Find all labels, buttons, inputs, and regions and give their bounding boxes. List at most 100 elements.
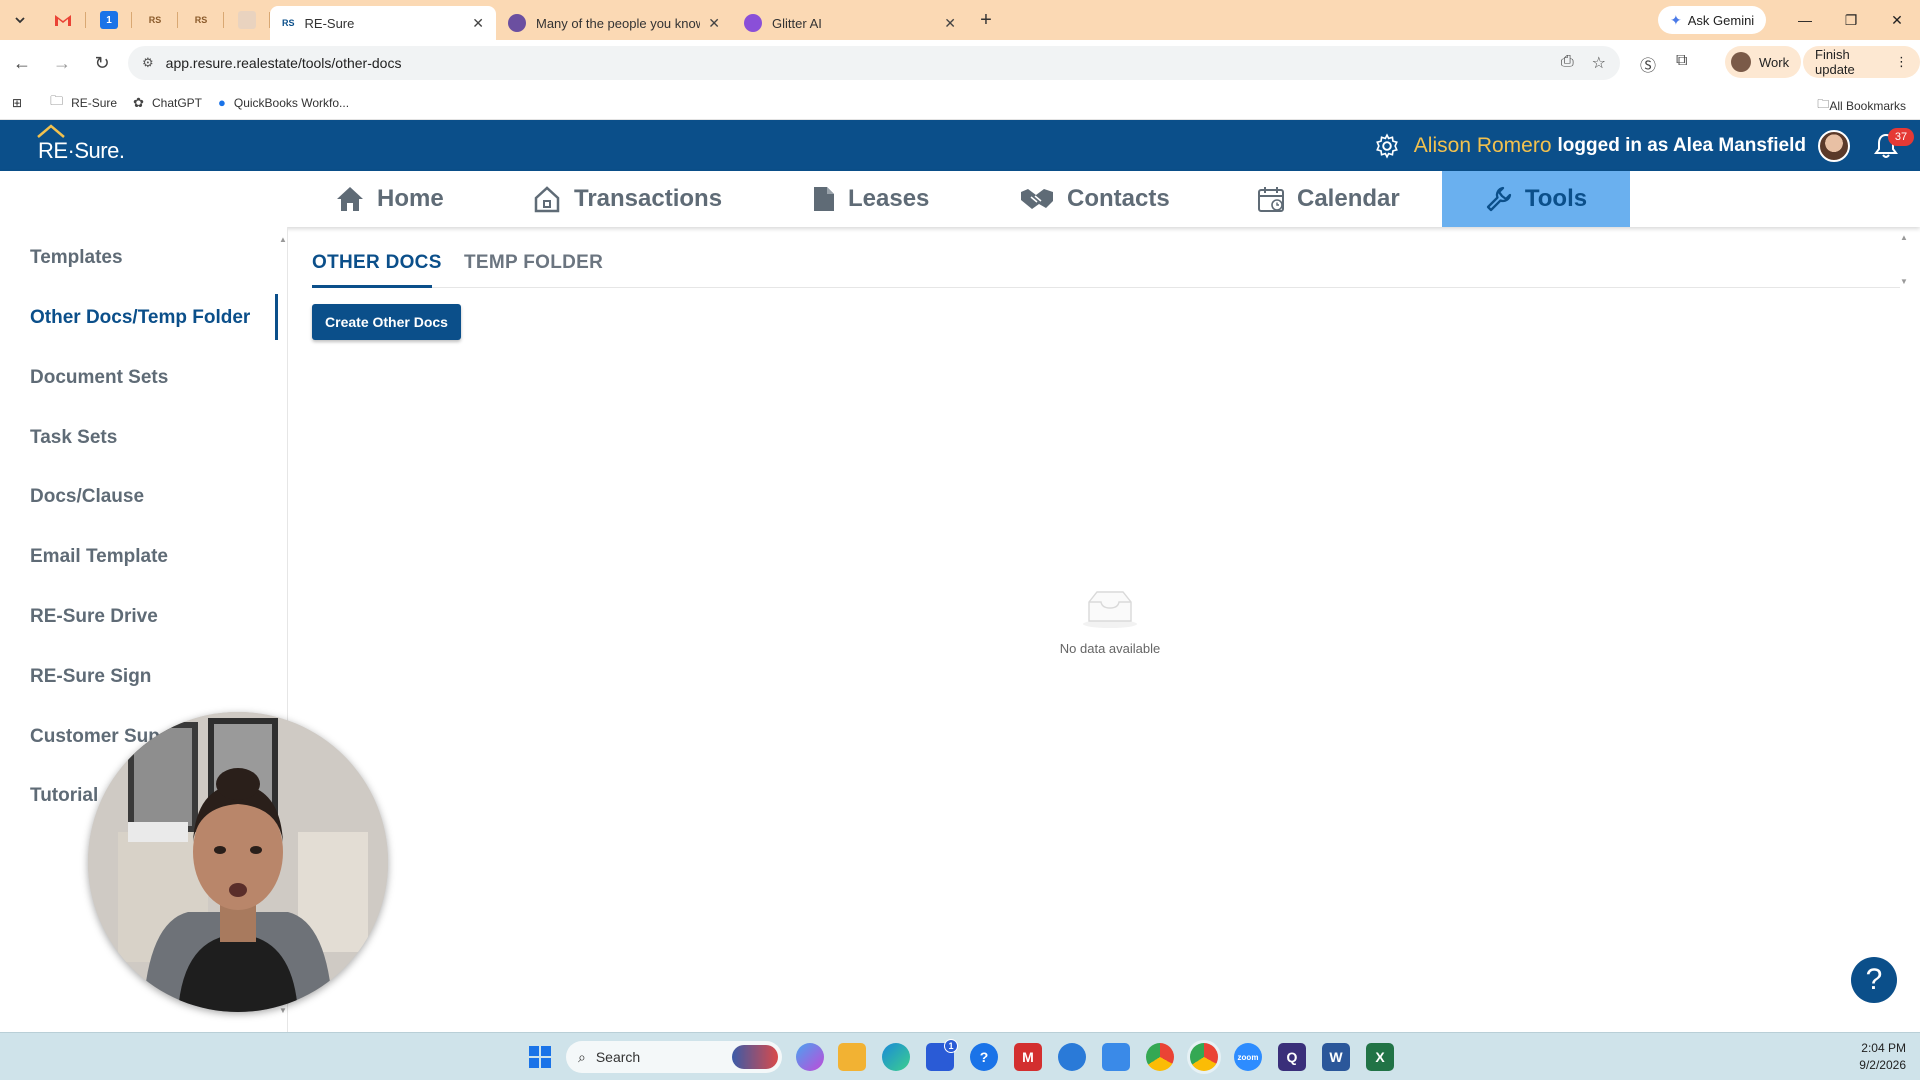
nav-tools[interactable]: Tools xyxy=(1442,171,1630,227)
close-icon[interactable]: ✕ xyxy=(944,15,956,32)
apps-grid-icon[interactable]: ⊞ xyxy=(12,96,22,110)
nav-label: Calendar xyxy=(1297,185,1400,212)
pinned-tab-rs-1[interactable]: RS xyxy=(132,0,178,40)
tab-temp-folder[interactable]: TEMP FOLDER xyxy=(464,252,603,274)
bookmark-star-icon[interactable]: ☆ xyxy=(1592,53,1606,73)
bookmark-resure[interactable]: 🗀 RE-Sure xyxy=(50,92,117,114)
tab-glitter-ai[interactable]: Glitter AI ✕ xyxy=(732,6,968,40)
site-info-icon[interactable]: ⚙ xyxy=(142,55,154,71)
profile-button[interactable]: Work xyxy=(1725,46,1802,78)
restore-button[interactable]: ❐ xyxy=(1828,0,1874,40)
pinned-tab-rs-2[interactable]: RS xyxy=(178,0,224,40)
tab-resure[interactable]: RS RE-Sure ✕ xyxy=(270,6,496,40)
pinned-tab-one[interactable]: 1 xyxy=(86,0,132,40)
tab-title: Glitter AI xyxy=(772,15,822,31)
sidebar-item-resure-drive[interactable]: RE-Sure Drive xyxy=(30,606,158,628)
bookmark-chatgpt[interactable]: ✿ ChatGPT xyxy=(133,95,202,111)
avatar[interactable] xyxy=(1818,129,1850,162)
quickbooks-icon: ● xyxy=(218,95,226,110)
sidebar-item-templates[interactable]: Templates xyxy=(30,247,123,269)
sidebar-active-indicator xyxy=(275,294,278,340)
reload-button[interactable]: ↻ xyxy=(84,45,120,81)
app-preview-icon[interactable] xyxy=(1102,1043,1130,1071)
sidebar-item-email-template[interactable]: Email Template xyxy=(30,546,168,568)
close-icon[interactable]: ✕ xyxy=(708,15,720,32)
taskbar-clock[interactable]: 2:04 PM 9/2/2026 xyxy=(1859,1040,1906,1074)
resure-logo[interactable]: RE·Sure. xyxy=(34,124,144,166)
scroll-down-arrow[interactable]: ▼ xyxy=(279,1006,287,1015)
scroll-up-arrow[interactable]: ▲ xyxy=(279,235,287,244)
taskbar-search-input[interactable]: ⌕ Search xyxy=(566,1041,782,1073)
extensions-icon[interactable]: ⧉ xyxy=(1676,52,1687,70)
profile-label: Work xyxy=(1759,54,1790,70)
file-explorer-icon[interactable] xyxy=(838,1043,866,1071)
install-app-icon[interactable]: ⎙ xyxy=(1561,53,1574,73)
bookmark-quickbooks[interactable]: ● QuickBooks Workfo... xyxy=(218,95,349,110)
sidebar-item-tutorial[interactable]: Tutorial xyxy=(30,785,98,807)
store-icon[interactable]: 1 xyxy=(926,1039,958,1071)
kebab-menu-icon: ⋮ xyxy=(1895,54,1908,69)
new-tab-button[interactable]: + xyxy=(968,0,1004,40)
chrome-active-icon[interactable] xyxy=(1190,1043,1218,1071)
pinned-tab-gmail[interactable] xyxy=(40,0,86,40)
help-button[interactable]: ? xyxy=(1851,957,1897,1003)
minimize-icon: — xyxy=(1798,12,1812,28)
gear-icon[interactable] xyxy=(1374,132,1400,159)
webcam-bubble[interactable] xyxy=(88,712,388,1012)
folder-icon: 🗀 xyxy=(1817,97,1830,111)
word-icon[interactable]: W xyxy=(1322,1043,1350,1071)
clock-date: 9/2/2026 xyxy=(1859,1058,1906,1072)
bookmark-label: RE-Sure xyxy=(71,95,118,110)
sidebar-item-customer-support[interactable]: Customer Sup xyxy=(30,726,160,748)
handshake-icon xyxy=(1021,189,1053,209)
edge-icon[interactable] xyxy=(882,1043,910,1071)
close-icon[interactable]: ✕ xyxy=(472,15,484,32)
address-bar-row: ← → ↻ ⚙ app.resure.realestate/tools/othe… xyxy=(0,40,1920,86)
sidebar-item-task-sets[interactable]: Task Sets xyxy=(30,427,117,449)
pinned-tab-other[interactable] xyxy=(224,0,270,40)
notifications-button[interactable]: 37 xyxy=(1866,126,1914,166)
logo-text: RE·Sure. xyxy=(38,138,125,163)
windows-start-icon[interactable] xyxy=(526,1043,554,1071)
nav-contacts[interactable]: Contacts xyxy=(1019,171,1170,227)
all-bookmarks-button[interactable]: 🗀 All Bookmarks xyxy=(1817,95,1906,116)
help-icon[interactable]: ? xyxy=(970,1043,998,1071)
sync-icon[interactable]: Ⓢ xyxy=(1640,52,1656,76)
document-icon xyxy=(814,187,834,211)
chrome-icon[interactable] xyxy=(1146,1043,1174,1071)
nav-transactions[interactable]: Transactions xyxy=(532,171,722,227)
mcafee-icon[interactable]: M xyxy=(1014,1043,1042,1071)
nav-label: Contacts xyxy=(1067,185,1170,212)
chatgpt-icon: ✿ xyxy=(133,94,144,110)
tab-search-dropdown[interactable] xyxy=(0,0,40,40)
sidebar-item-resure-sign[interactable]: RE-Sure Sign xyxy=(30,666,151,688)
nav-leases[interactable]: Leases xyxy=(812,171,929,227)
scroll-down-arrow[interactable]: ▼ xyxy=(1900,277,1908,286)
empty-state: No data available xyxy=(1010,588,1210,656)
tab-other-docs[interactable]: OTHER DOCS xyxy=(312,252,442,274)
url-input[interactable]: ⚙ app.resure.realestate/tools/other-docs… xyxy=(128,46,1620,80)
create-other-docs-button[interactable]: Create Other Docs xyxy=(312,304,461,340)
scroll-up-arrow[interactable]: ▲ xyxy=(1900,233,1908,242)
forward-button[interactable]: → xyxy=(44,45,80,81)
url-text: app.resure.realestate/tools/other-docs xyxy=(165,55,402,71)
tab-many-people[interactable]: Many of the people you know a ✕ xyxy=(496,6,732,40)
ask-gemini-button[interactable]: ✦ Ask Gemini xyxy=(1658,6,1767,34)
nav-calendar[interactable]: Calendar xyxy=(1257,171,1400,227)
zoom-icon[interactable]: zoom xyxy=(1234,1043,1262,1071)
sidebar-item-other-docs[interactable]: Other Docs/Temp Folder xyxy=(30,307,250,329)
browser-tab-strip: 1 RS RS RS RE-Sure ✕ Many of the people … xyxy=(0,0,1920,40)
close-window-button[interactable]: ✕ xyxy=(1874,0,1920,40)
app-q-icon[interactable]: Q xyxy=(1278,1043,1306,1071)
calendar-icon xyxy=(1258,187,1284,212)
nav-home[interactable]: Home xyxy=(335,171,444,227)
sidebar-item-document-sets[interactable]: Document Sets xyxy=(30,367,168,389)
minimize-button[interactable]: — xyxy=(1782,0,1828,40)
finish-update-button[interactable]: Finish update ⋮ xyxy=(1803,46,1920,78)
excel-icon[interactable]: X xyxy=(1366,1043,1394,1071)
quick-assist-icon[interactable] xyxy=(1058,1043,1086,1071)
copilot-icon[interactable] xyxy=(796,1043,824,1071)
page-favicon xyxy=(238,11,256,29)
back-button[interactable]: ← xyxy=(4,45,40,81)
sidebar-item-docs-clause[interactable]: Docs/Clause xyxy=(30,486,144,508)
